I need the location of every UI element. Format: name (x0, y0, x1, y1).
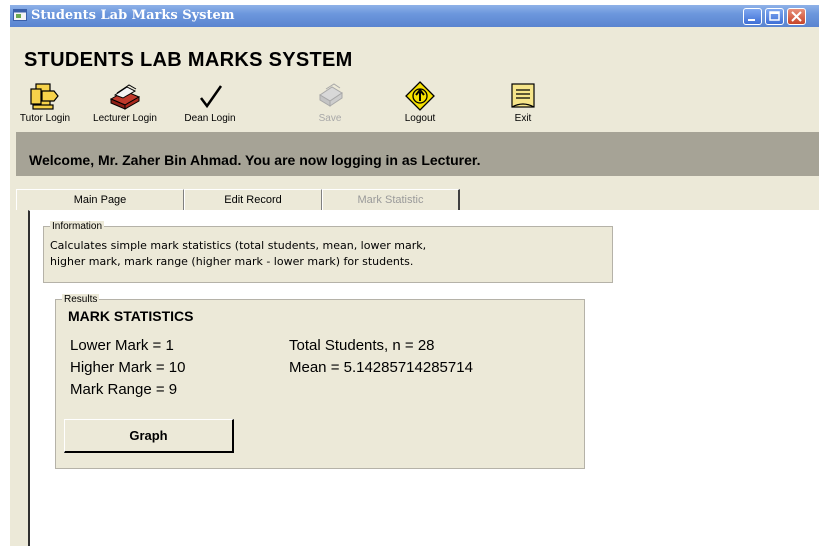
app-window-icon (13, 9, 27, 21)
logout-icon (405, 81, 435, 111)
mean-value: Mean = 5.14285714285714 (289, 359, 473, 376)
title-bar[interactable]: Students Lab Marks System (10, 5, 819, 27)
save-button[interactable]: Save (305, 81, 355, 124)
close-icon (791, 11, 802, 22)
minimize-button[interactable] (743, 8, 762, 25)
information-line: higher mark, mark range (higher mark - l… (50, 255, 414, 268)
information-line: Calculates simple mark statistics (total… (50, 239, 427, 252)
app-heading: STUDENTS LAB MARKS SYSTEM (24, 49, 353, 71)
tab-edit-record[interactable]: Edit Record (184, 189, 322, 210)
tab-strip: Main Page Edit Record Mark Statistic (16, 189, 819, 211)
mark-statistics-title: MARK STATISTICS (68, 308, 194, 324)
tab-mark-statistic[interactable]: Mark Statistic (322, 189, 460, 211)
close-button[interactable] (787, 8, 806, 25)
save-label: Save (318, 113, 342, 124)
information-text: Calculates simple mark statistics (total… (50, 238, 426, 270)
exit-button[interactable]: Exit (498, 81, 548, 124)
lower-mark-value: Lower Mark = 1 (70, 337, 174, 354)
results-legend: Results (62, 294, 100, 305)
logout-button[interactable]: Logout (390, 81, 450, 124)
tutor-login-button[interactable]: Tutor Login (14, 81, 76, 124)
maximize-icon (769, 11, 780, 21)
results-group: Results MARK STATISTICS Lower Mark = 1 H… (55, 294, 585, 469)
information-group: Information Calculates simple mark stati… (43, 221, 613, 283)
save-icon (319, 83, 343, 107)
application-window: Students Lab Marks System STUDENTS LAB M… (10, 5, 819, 546)
tab-main-page[interactable]: Main Page (16, 189, 184, 210)
welcome-message: Welcome, Mr. Zaher Bin Ahmad. You are no… (29, 152, 481, 168)
lecturer-login-icon (109, 84, 141, 110)
total-students-value: Total Students, n = 28 (289, 337, 435, 354)
graph-button[interactable]: Graph (64, 419, 234, 453)
mark-range-value: Mark Range = 9 (70, 381, 178, 398)
logout-label: Logout (404, 113, 436, 124)
information-legend: Information (50, 221, 105, 232)
higher-mark-value: Higher Mark = 10 (70, 359, 186, 376)
welcome-banner: Welcome, Mr. Zaher Bin Ahmad. You are no… (16, 132, 819, 176)
dean-login-label: Dean Login (184, 113, 236, 124)
window-title: Students Lab Marks System (31, 8, 235, 23)
maximize-button[interactable] (765, 8, 784, 25)
lecturer-login-label: Lecturer Login (93, 113, 157, 124)
minimize-icon (748, 19, 755, 21)
exit-icon (511, 83, 535, 108)
tutor-login-icon (30, 83, 59, 110)
exit-label: Exit (514, 113, 532, 124)
dean-login-button[interactable]: Dean Login (170, 81, 250, 124)
checkmark-icon (200, 85, 223, 109)
tutor-login-label: Tutor Login (19, 113, 71, 124)
lecturer-login-button[interactable]: Lecturer Login (82, 81, 168, 124)
tab-content-panel: Information Calculates simple mark stati… (28, 210, 819, 546)
